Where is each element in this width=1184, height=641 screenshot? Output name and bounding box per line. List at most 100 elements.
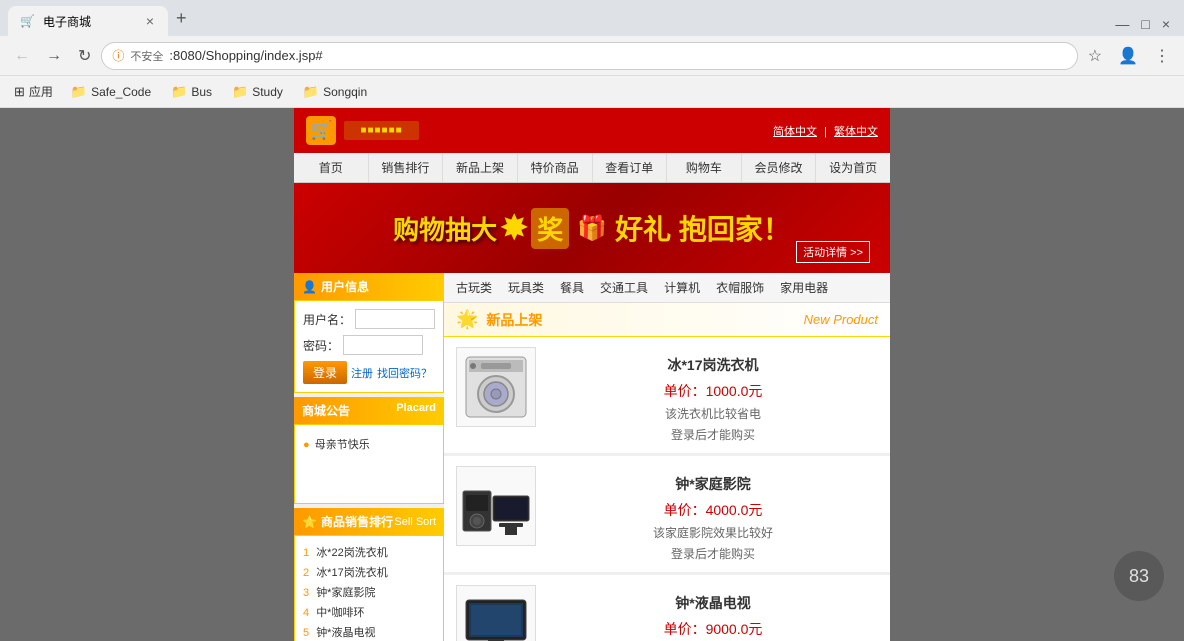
product-desc-2: 该家庭影院效果比较好 [653, 524, 773, 541]
sell-title-text: 商品销售排行 [321, 513, 393, 530]
account-button[interactable]: 👤 [1112, 42, 1144, 70]
password-input[interactable] [343, 335, 423, 355]
window-maximize-button[interactable]: □ [1135, 12, 1155, 36]
sell-item-4[interactable]: 4 中*咖啡环 [303, 602, 435, 622]
browser-menu-button[interactable]: ⋮ [1148, 42, 1176, 70]
cat-clothing[interactable]: 衣帽服饰 [716, 279, 764, 296]
sell-num-2: 2 [303, 567, 309, 579]
apps-bookmark[interactable]: ⊞ 应用 [8, 80, 59, 103]
banner-main-text: 购物抽大 [393, 210, 497, 247]
sell-num-3: 3 [303, 587, 309, 599]
product-price-2: 单价：4000.0元 [664, 500, 763, 520]
placard-label: Placard [396, 402, 436, 419]
promotional-banner: 购物抽大 ✸ 奖 🎁 好礼 抱回家！ 活动详情 >> [294, 183, 890, 273]
user-section-title: 用户信息 [321, 278, 369, 295]
folder-icon-3: 📁 [232, 84, 248, 100]
tab-favicon: 🛒 [20, 14, 35, 28]
sell-item-1[interactable]: 1 冰*22岗洗衣机 [303, 542, 435, 562]
sell-list: 1 冰*22岗洗衣机 2 冰*17岗洗衣机 3 钟*家庭影院 [294, 535, 444, 641]
new-products-icon: 🌟 [456, 309, 478, 330]
site-wrapper: 🛒 ■■■■■■ 简体中文 | 繁体中文 首页 销售排行 新品上架 特价商品 查… [294, 108, 890, 641]
sell-item-3[interactable]: 3 钟*家庭影院 [303, 582, 435, 602]
active-tab: 🛒 电子商城 × [8, 6, 168, 36]
register-button[interactable]: 注册 [351, 361, 373, 384]
apps-grid-icon: ⊞ [14, 84, 25, 100]
cat-appliances[interactable]: 家用电器 [780, 279, 828, 296]
bookmark-songqin-label: Songqin [323, 85, 367, 99]
user-form: 用户名： 密码： 登录 注册 找回密码？ [294, 300, 444, 393]
product-price-1: 单价：1000.0元 [664, 381, 763, 401]
nav-new[interactable]: 新品上架 [443, 153, 518, 182]
forgot-password-button[interactable]: 找回密码？ [377, 361, 432, 384]
new-products-header: 🌟 新品上架 New Product [444, 303, 890, 337]
cat-transport[interactable]: 交通工具 [600, 279, 648, 296]
sell-title: ⭐ 商品销售排行 [302, 513, 393, 530]
user-section-header: 👤 用户信息 [294, 273, 444, 300]
bookmark-bus[interactable]: 📁 Bus [163, 81, 220, 103]
forward-button[interactable]: → [40, 43, 68, 69]
banner-star-burst: ✸ [499, 207, 529, 249]
bookmark-star-button[interactable]: ☆ [1082, 42, 1108, 70]
banner-gift-text: 好礼 抱回家！ [615, 208, 791, 248]
nav-member[interactable]: 会员修改 [742, 153, 817, 182]
placard-section: 商城公告 Placard ● 母亲节快乐 [294, 397, 444, 504]
product-name-2: 钟*家庭影院 [675, 474, 750, 494]
username-row: 用户名： [303, 309, 435, 329]
bookmark-bus-label: Bus [191, 85, 212, 99]
nav-cart[interactable]: 购物车 [667, 153, 742, 182]
window-close-button[interactable]: × [1156, 12, 1176, 36]
tab-close-button[interactable]: × [144, 11, 156, 31]
cat-dining[interactable]: 餐具 [560, 279, 584, 296]
banner-detail-link[interactable]: 活动详情 >> [796, 241, 870, 263]
sidebar: 👤 用户信息 用户名： 密码： [294, 273, 444, 641]
form-buttons: 登录 注册 找回密码？ [303, 361, 435, 384]
password-label: 密码： [303, 337, 339, 354]
lang-traditional-link[interactable]: 繁体中文 [834, 126, 878, 138]
username-input[interactable] [355, 309, 435, 329]
nav-special[interactable]: 特价商品 [518, 153, 593, 182]
notice-bullet: ● [303, 439, 310, 451]
reload-button[interactable]: ↻ [72, 42, 97, 70]
new-tab-button[interactable]: + [168, 4, 195, 33]
product-info-2: 钟*家庭影院 单价：4000.0元 该家庭影院效果比较好 登录后才能购买 [548, 466, 878, 562]
sell-num-1: 1 [303, 547, 309, 559]
insecure-label: 不安全 [130, 48, 163, 64]
nav-home[interactable]: 首页 [294, 153, 369, 182]
product-desc-1: 该洗衣机比较省电 [665, 405, 761, 422]
sell-sort-label: Sell Sort [394, 516, 436, 528]
password-row: 密码： [303, 335, 435, 355]
browser-toolbar: ← → ↻ ⓘ 不安全 ☆ 👤 ⋮ [0, 36, 1184, 76]
cat-toys[interactable]: 玩具类 [508, 279, 544, 296]
notice-item[interactable]: ● 母亲节快乐 [303, 433, 435, 455]
product-card-3: 钟*液晶电视 单价：9000.0元 该电视比较环保 登录后才能购买 [444, 575, 890, 641]
apps-label: 应用 [29, 83, 53, 100]
window-minimize-button[interactable]: — [1109, 12, 1135, 36]
lang-simple-link[interactable]: 简体中文 [773, 126, 817, 138]
product-login-2: 登录后才能购买 [671, 545, 755, 562]
cat-antiques[interactable]: 古玩类 [456, 279, 492, 296]
page-content: 🛒 ■■■■■■ 简体中文 | 繁体中文 首页 销售排行 新品上架 特价商品 查… [0, 108, 1184, 641]
sell-name-5: 钟*液晶电视 [316, 627, 375, 639]
bookmark-safe-code[interactable]: 📁 Safe_Code [63, 81, 159, 103]
address-input[interactable] [169, 48, 1066, 63]
login-button[interactable]: 登录 [303, 361, 347, 384]
sell-name-1: 冰*22岗洗衣机 [316, 547, 388, 559]
new-products-title: 新品上架 [486, 310, 542, 330]
product-price-3: 单价：9000.0元 [664, 619, 763, 639]
placard-title: 商城公告 [302, 402, 350, 419]
scroll-speed-widget: 83 [1114, 551, 1164, 601]
notice-text: 母亲节快乐 [315, 439, 370, 451]
back-button[interactable]: ← [8, 43, 36, 69]
nav-orders[interactable]: 查看订单 [593, 153, 668, 182]
tv-svg [461, 590, 531, 641]
bookmark-study[interactable]: 📁 Study [224, 81, 291, 103]
nav-sales[interactable]: 销售排行 [369, 153, 444, 182]
cat-computer[interactable]: 计算机 [664, 279, 700, 296]
star-icon: ⭐ [302, 515, 317, 529]
placard-content: ● 母亲节快乐 [294, 424, 444, 504]
sell-item-5[interactable]: 5 钟*液晶电视 [303, 622, 435, 641]
product-name-1: 冰*17岗洗衣机 [667, 355, 758, 375]
sell-item-2[interactable]: 2 冰*17岗洗衣机 [303, 562, 435, 582]
nav-homepage[interactable]: 设为首页 [816, 153, 890, 182]
bookmark-songqin[interactable]: 📁 Songqin [295, 81, 375, 103]
